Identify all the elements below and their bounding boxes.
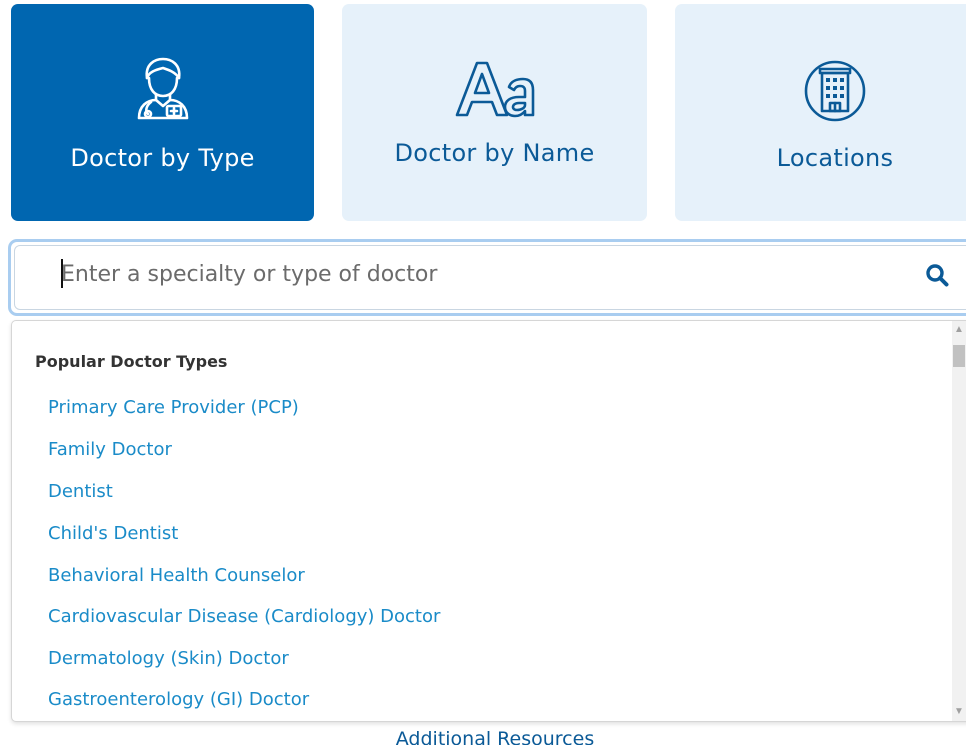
suggestion-item[interactable]: Behavioral Health Counselor [48, 565, 305, 586]
search-icon[interactable] [925, 263, 949, 287]
tab-label: Locations [776, 144, 894, 172]
suggestion-item[interactable]: Family Doctor [48, 439, 172, 460]
tab-label: Doctor by Type [70, 144, 255, 172]
scroll-up-arrow-icon[interactable]: ▲ [952, 323, 966, 337]
text-aa-icon [455, 61, 534, 118]
suggestion-item[interactable]: Dermatology (Skin) Doctor [48, 648, 289, 669]
specialty-search-box [8, 239, 966, 316]
tab-label: Doctor by Name [394, 139, 595, 167]
dropdown-heading: Popular Doctor Types [35, 352, 228, 371]
scroll-down-arrow-icon[interactable]: ▼ [952, 705, 966, 719]
tab-doctor-by-type[interactable]: Doctor by Type [11, 4, 314, 221]
suggestion-item[interactable]: Cardiovascular Disease (Cardiology) Doct… [48, 606, 440, 627]
dropdown-scrollbar[interactable]: ▲ ▼ [952, 321, 966, 721]
suggestion-item[interactable]: Gastroenterology (GI) Doctor [48, 689, 309, 710]
text-caret [61, 259, 63, 288]
tab-doctor-by-name[interactable]: Doctor by Name [342, 4, 647, 221]
tab-locations[interactable]: Locations [675, 4, 966, 221]
additional-resources-link[interactable]: Additional Resources [0, 728, 966, 745]
suggestion-item[interactable]: Primary Care Provider (PCP) [48, 397, 299, 418]
suggestions-dropdown: Popular Doctor Types Primary Care Provid… [11, 320, 966, 722]
doctor-icon [137, 57, 188, 120]
suggestion-item[interactable]: Dentist [48, 481, 113, 502]
building-icon [804, 60, 866, 122]
find-a-doctor-page: Doctor by Type Doctor by Name Locations … [0, 0, 966, 745]
scroll-thumb[interactable] [953, 345, 965, 367]
specialty-search-input[interactable] [61, 256, 881, 292]
suggestion-item[interactable]: Child's Dentist [48, 523, 178, 544]
